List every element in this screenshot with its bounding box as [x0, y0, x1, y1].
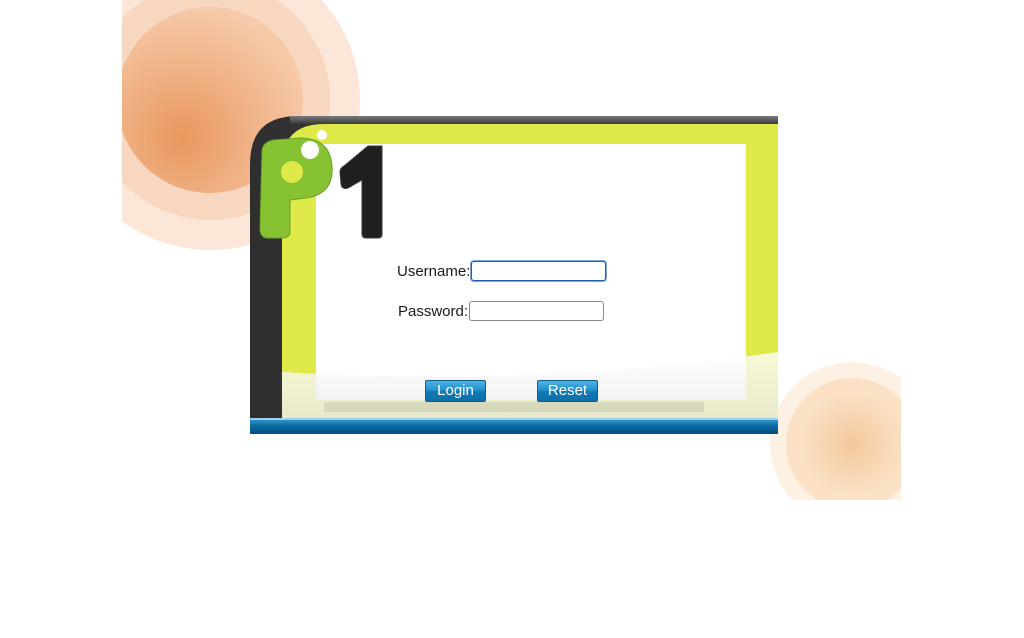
p1-logo: P 1 [256, 128, 383, 239]
username-row: Username: [397, 261, 607, 281]
logo-letter: P [256, 128, 257, 129]
logo-number: 1 [256, 128, 257, 129]
login-page: P 1 Username: Password: Login Reset [0, 0, 1024, 638]
username-label: Username: [397, 262, 471, 280]
password-row: Password: [398, 301, 605, 321]
login-button[interactable]: Login [425, 380, 486, 402]
password-label: Password: [398, 302, 469, 320]
username-input[interactable] [471, 261, 607, 281]
reset-button[interactable]: Reset [537, 380, 598, 402]
password-input[interactable] [469, 301, 605, 321]
